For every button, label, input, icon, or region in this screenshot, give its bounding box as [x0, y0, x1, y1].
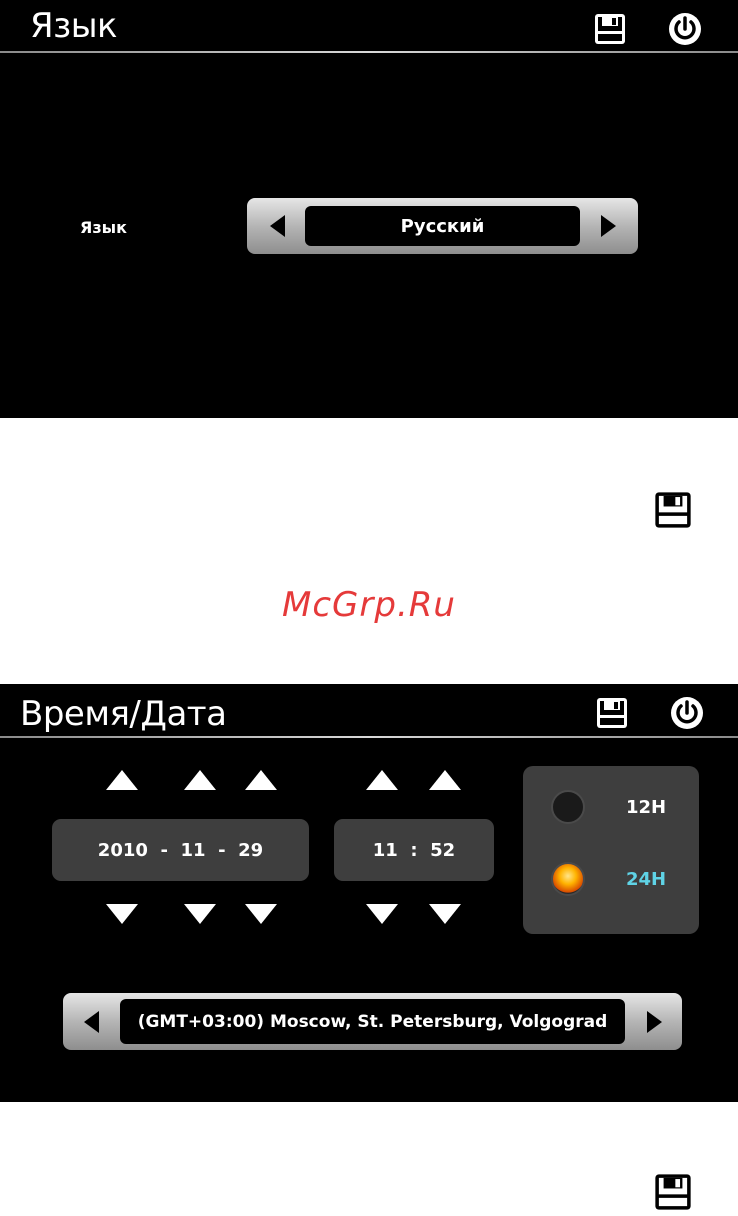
radio-12h[interactable]: [551, 790, 585, 824]
label-12h: 12H: [626, 797, 667, 818]
chevron-right-icon: [646, 1010, 662, 1033]
save-icon[interactable]: [595, 696, 629, 730]
label-24h: 24H: [626, 869, 667, 890]
year-up-button[interactable]: [106, 770, 138, 790]
time-separator: :: [410, 839, 418, 861]
timezone-selector: (GMT+03:00) Moscow, St. Petersburg, Volg…: [63, 993, 682, 1050]
time-minute: 52: [430, 839, 456, 861]
month-down-button[interactable]: [184, 904, 216, 924]
hour-format-group: 12H 24H: [523, 766, 699, 934]
chevron-left-icon: [83, 1010, 99, 1033]
timezone-prev-button[interactable]: [71, 993, 111, 1050]
date-day: 29: [238, 839, 264, 861]
minute-up-button[interactable]: [429, 770, 461, 790]
language-settings-panel: Язык Язык Русский: [0, 0, 738, 418]
save-icon: [653, 490, 693, 530]
date-display: 2010 - 11 - 29: [52, 819, 309, 881]
language-prev-button[interactable]: [257, 198, 297, 254]
language-selector: Русский: [247, 198, 638, 254]
chevron-left-icon: [269, 215, 285, 237]
watermark-text: McGrp.Ru: [282, 585, 456, 625]
date-separator: -: [160, 839, 168, 861]
hour-up-button[interactable]: [366, 770, 398, 790]
date-separator: -: [218, 839, 226, 861]
title-divider: [0, 51, 738, 53]
language-next-button[interactable]: [588, 198, 628, 254]
power-icon[interactable]: [668, 12, 702, 46]
time-display: 11 : 52: [334, 819, 494, 881]
title-divider: [0, 736, 738, 738]
language-label: Язык: [80, 218, 127, 237]
time-date-settings-panel: Время/Дата 2010 - 11 - 29 11: 52 12H 24…: [0, 684, 738, 1102]
timezone-value: (GMT+03:00) Moscow, St. Petersburg, Volg…: [120, 999, 625, 1044]
radio-24h[interactable]: [551, 862, 585, 896]
chevron-right-icon: [600, 215, 616, 237]
time-hour: 11: [372, 839, 398, 861]
hour-down-button[interactable]: [366, 904, 398, 924]
day-up-button[interactable]: [245, 770, 277, 790]
save-icon[interactable]: [593, 12, 627, 46]
power-icon[interactable]: [670, 696, 704, 730]
month-up-button[interactable]: [184, 770, 216, 790]
minute-down-button[interactable]: [429, 904, 461, 924]
date-year: 2010: [97, 839, 148, 861]
language-value: Русский: [305, 206, 580, 246]
day-down-button[interactable]: [245, 904, 277, 924]
page-title: Время/Дата: [20, 694, 227, 734]
page-title: Язык: [30, 6, 118, 46]
timezone-next-button[interactable]: [634, 993, 674, 1050]
year-down-button[interactable]: [106, 904, 138, 924]
date-month: 11: [180, 839, 206, 861]
save-icon: [653, 1172, 693, 1212]
